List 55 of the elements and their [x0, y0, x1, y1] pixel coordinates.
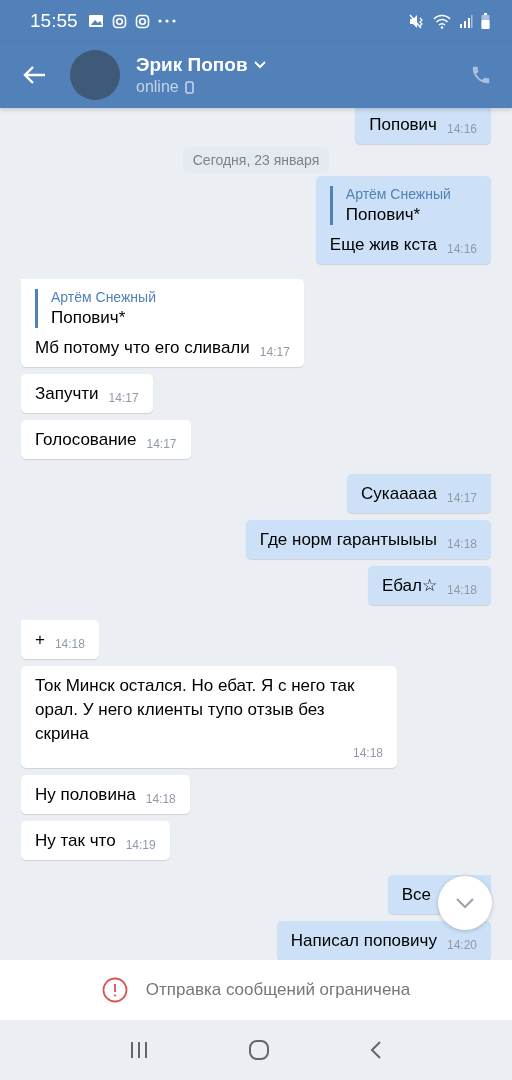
chevron-down-icon — [455, 897, 475, 909]
chevron-down-icon[interactable] — [253, 61, 266, 69]
message-time: 14:18 — [352, 746, 383, 761]
message-text: Ебал☆ — [381, 575, 437, 597]
message-time: 14:20 — [446, 938, 477, 953]
message-text: Мб потому что его сливали — [35, 337, 250, 359]
message-time: 14:17 — [259, 345, 290, 360]
image-icon — [87, 14, 104, 28]
quoted-reply[interactable]: Артём Снежный Попович* — [329, 186, 477, 225]
message-text: Голосование — [35, 429, 137, 451]
message-time: 14:17 — [108, 391, 139, 406]
message-text: Все — [401, 884, 431, 906]
quoted-reply[interactable]: Артём Снежный Попович* — [35, 289, 290, 328]
message-text: + — [35, 629, 45, 651]
message-time: 14:16 — [446, 242, 477, 257]
camera-icon — [111, 13, 127, 29]
online-status: online — [136, 78, 179, 96]
message-text: Ну половина — [35, 784, 136, 806]
mute-icon — [409, 13, 425, 29]
quote-author: Артём Снежный — [51, 289, 157, 305]
warning-icon — [101, 977, 128, 1003]
message-text: Попович — [369, 114, 437, 136]
more-icon — [157, 19, 176, 23]
message-text: Написал поповичу — [290, 930, 437, 952]
message-text: Где норм гарантыыыы — [259, 529, 437, 551]
message-time: 14:16 — [446, 122, 477, 137]
camera-icon — [134, 13, 150, 29]
message-time: 14:18 — [145, 792, 176, 807]
back-arrow-icon[interactable] — [22, 65, 46, 85]
message-text: Еще жив кста — [329, 234, 437, 256]
phone-device-icon — [184, 80, 194, 94]
message-time: 14:19 — [125, 838, 156, 853]
home-icon[interactable] — [248, 1039, 270, 1061]
quote-text: Попович* — [345, 205, 422, 225]
quote-text: Попович* — [51, 308, 127, 328]
back-icon[interactable] — [368, 1040, 383, 1060]
message-text: Запучти — [35, 383, 99, 405]
wifi-icon — [433, 13, 451, 29]
message-text: Сукааааа — [361, 483, 437, 505]
date-separator: Сегодня, 23 января — [182, 147, 330, 173]
contact-name[interactable]: Эрик Попов — [136, 54, 248, 76]
phone-call-icon[interactable] — [470, 64, 492, 86]
message-time: 14:18 — [54, 637, 85, 652]
message-time: 14:17 — [446, 491, 477, 506]
signal-icon — [459, 14, 473, 28]
message-time: 14:18 — [446, 583, 477, 598]
battery-icon — [481, 13, 490, 29]
quote-author: Артём Снежный — [345, 186, 452, 202]
recent-apps-icon[interactable] — [129, 1040, 150, 1060]
message-text: Ток Минск остался. Но ебат. Я с него так орал. У него клиенты тупо отзыв без скрина — [35, 675, 356, 745]
message-time: 14:17 — [146, 437, 177, 452]
message-text: Ну так что — [35, 830, 116, 852]
message-time: 14:18 — [446, 537, 477, 552]
status-time: 15:55 — [30, 10, 78, 32]
notice-text: Отправка сообщений ограничена — [145, 980, 411, 1000]
